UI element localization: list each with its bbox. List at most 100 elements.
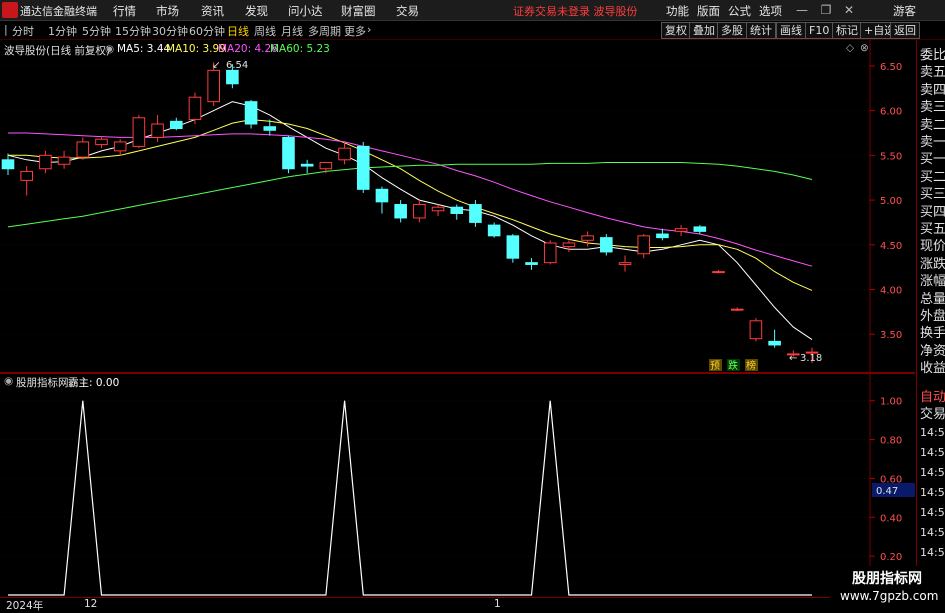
candle [338, 141, 351, 165]
f10-button[interactable]: F10 [805, 22, 834, 39]
y-tick-label: 6.50 [880, 62, 902, 73]
candle [169, 117, 183, 131]
watermark: 股朋指标网 www.7gpzb.com [830, 566, 945, 609]
menu-gongneng[interactable]: 功能 [666, 3, 689, 19]
quote-field-label: 买三 [920, 187, 945, 203]
quote-field-label: 现价 [920, 239, 945, 255]
mark-button[interactable]: 标记 [832, 22, 862, 39]
tick-time-label: 14:56 [920, 446, 945, 459]
indicator-line [8, 400, 812, 596]
quote-panel: 委比 卖五 卖四 卖三 卖二 卖一 买一 买二 买三 买四 买五 现价 涨跌 涨幅 总量 外盘 换手 净资 收益 自动… [916, 40, 945, 609]
current-value-label: 0.47 [876, 486, 898, 497]
tab-monthly[interactable]: 月线 [281, 23, 303, 39]
high-arrow-icon: ↙ [212, 60, 220, 71]
tab-more[interactable]: 更多 [344, 23, 366, 39]
quote-field-label: 卖五 [920, 65, 945, 81]
candle [618, 255, 632, 272]
high-price-label: 6.54 [226, 60, 248, 71]
menu-caifuquan[interactable]: 财富圈 [341, 3, 376, 19]
candle [95, 137, 108, 149]
quote-field-label: 涨跌 [920, 256, 945, 272]
menu-xuanxiang[interactable]: 选项 [759, 3, 782, 19]
chevron-right-icon[interactable]: › [367, 23, 371, 36]
menu-hangqing[interactable]: 行情 [113, 3, 136, 19]
close-icon[interactable]: ✕ [841, 2, 857, 18]
tick-time-label: 14:56 [920, 466, 945, 479]
sub-y-tick-label: 0.20 [880, 552, 902, 563]
signal-badge-die: 跌 [728, 359, 738, 372]
menu-banmian[interactable]: 版面 [697, 3, 720, 19]
candle [637, 234, 651, 259]
menu-gongshi[interactable]: 公式 [728, 3, 751, 19]
menu-faxian[interactable]: 发现 [245, 3, 268, 19]
y-tick-label: 6.00 [880, 107, 902, 118]
sub-y-tick-label: 1.00 [880, 397, 902, 408]
tick-time-label: 14:56 [920, 506, 945, 519]
y-tick-label: 5.50 [880, 151, 902, 162]
quote-field-label: 收益 [920, 361, 945, 377]
adjust-button[interactable]: 复权 [661, 22, 691, 39]
quote-field-label: 卖四 [920, 82, 945, 98]
candle [394, 200, 407, 223]
signal-badge-yu: 预 [710, 360, 720, 372]
candle [712, 269, 725, 274]
menu-zixun[interactable]: 资讯 [201, 3, 224, 19]
multi-stock-button[interactable]: 多股 [717, 22, 747, 39]
menu-bar: 通达信金融终端 行情 市场 资讯 发现 问小达 财富圈 交易 证券交易未登录 波… [0, 0, 945, 21]
menu-jiaoyi[interactable]: 交易 [396, 3, 419, 19]
candle [581, 231, 594, 247]
tab-fenshi[interactable]: 分时 [12, 23, 34, 39]
candle [730, 307, 744, 311]
candle [282, 135, 295, 174]
back-button[interactable]: 返回 [890, 22, 920, 39]
candlestick-chart[interactable]: 6.50 6.00 5.50 5.00 4.50 4.00 3.50 6.54 ↙ 3.18… [0, 40, 915, 373]
trade-field-label[interactable]: 交易 [920, 403, 945, 422]
tick-time-label: 14:56 [920, 426, 945, 439]
watermark-name: 股朋指标网 [852, 571, 922, 587]
low-arrow-icon: ← [789, 353, 797, 364]
quote-field-label: 委比 [920, 48, 945, 63]
quote-field-label: 涨幅 [920, 274, 945, 290]
candle [543, 240, 557, 265]
tab-daily[interactable]: 日线 [227, 23, 249, 39]
candle [188, 92, 202, 125]
indicator-chart[interactable]: 1.000.800.600.400.20 0.47 [0, 373, 915, 599]
user-label[interactable]: 游客 [893, 3, 916, 19]
candle [749, 318, 763, 342]
watermark-url: www.7gpzb.com [840, 589, 939, 603]
candle [244, 99, 258, 129]
login-notice[interactable]: 证券交易未登录 波导股份 [513, 3, 638, 19]
y-tick-label: 4.50 [880, 241, 902, 252]
signal-badge-bang: 榜 [746, 359, 756, 372]
draw-line-button[interactable]: 画线 [776, 22, 806, 39]
overlay-button[interactable]: 叠加 [689, 22, 719, 39]
candle [375, 186, 389, 214]
sub-y-tick-label: 0.80 [880, 436, 902, 447]
tab-1min[interactable]: 1分钟 [48, 23, 77, 39]
minimize-icon[interactable]: — [794, 2, 810, 18]
restore-icon[interactable]: ❐ [818, 2, 834, 18]
tab-60min[interactable]: 60分钟 [189, 23, 225, 39]
candle [768, 329, 781, 348]
candle [674, 225, 688, 236]
candle [132, 115, 146, 149]
tab-5min[interactable]: 5分钟 [82, 23, 111, 39]
stats-button[interactable]: 统计 [746, 22, 776, 39]
quote-field-label: 买二 [920, 169, 945, 185]
candle [413, 200, 426, 223]
tab-15min[interactable]: 15分钟 [115, 23, 151, 39]
y-tick-label: 3.50 [880, 330, 902, 341]
candle [76, 137, 90, 160]
tab-multi-period[interactable]: 多周期 [308, 23, 341, 39]
candle [600, 234, 613, 256]
year-label: 2024年 [6, 600, 44, 612]
quote-field-label: 净资 [920, 343, 945, 359]
tab-weekly[interactable]: 周线 [254, 23, 276, 39]
menu-shichang[interactable]: 市场 [156, 3, 179, 19]
ma-line-ma10 [8, 119, 813, 291]
menu-wenxiaoda[interactable]: 问小达 [288, 3, 323, 19]
tab-30min[interactable]: 30分钟 [152, 23, 188, 39]
candle [506, 234, 520, 263]
quote-field-label: 总量 [920, 291, 945, 307]
candle [525, 258, 538, 270]
